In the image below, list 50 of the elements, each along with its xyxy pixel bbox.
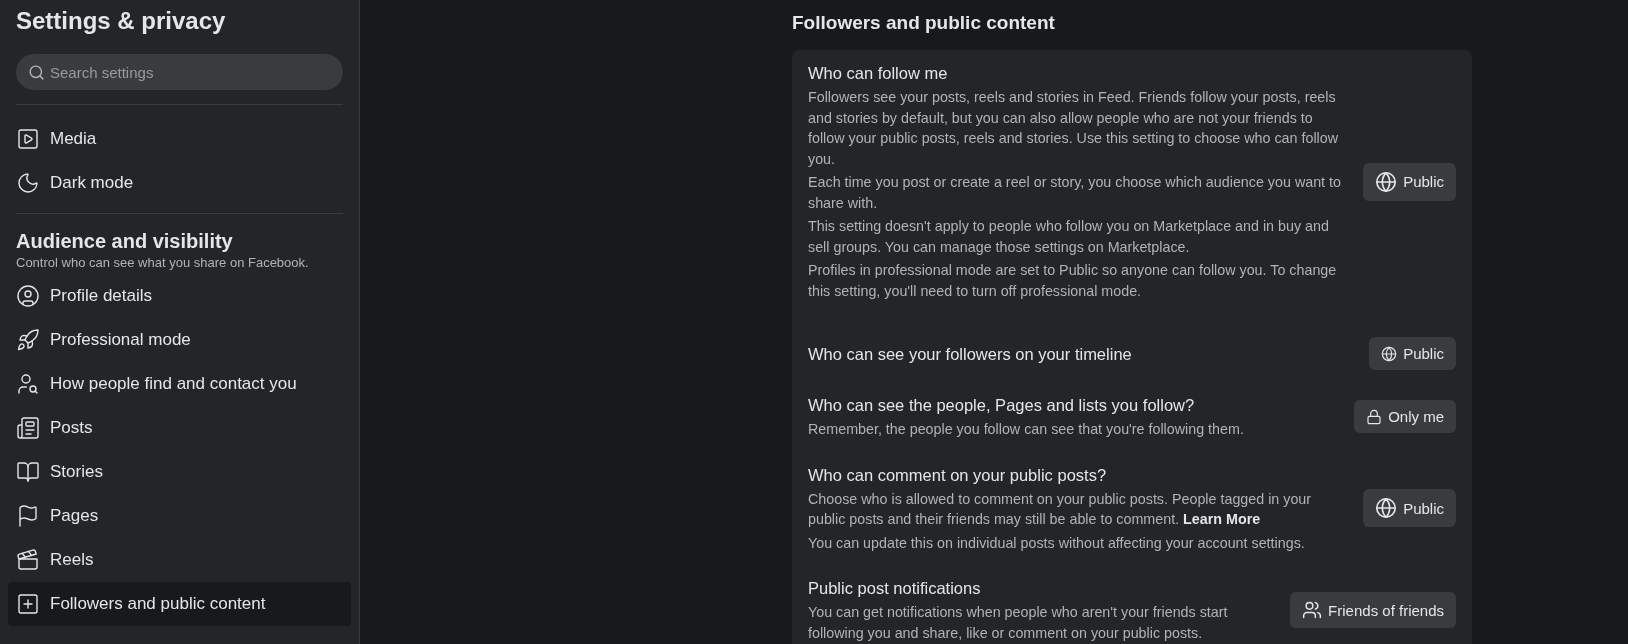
setting-title: Who can see the people, Pages and lists you follow? — [808, 395, 1195, 416]
sidebar-item[interactable]: Followers and public content — [8, 582, 351, 626]
setting-title: Public post notifications — [808, 578, 981, 599]
setting-title: Who can see your followers on your timeline — [808, 343, 1132, 365]
audience-button[interactable]: Public — [1363, 162, 1456, 201]
globe-icon — [1375, 170, 1398, 193]
learn-more-link[interactable]: Learn More — [1183, 511, 1261, 527]
setting-title: Who can comment on your public posts? — [808, 464, 1107, 486]
sidebar-item[interactable]: Reels — [8, 538, 351, 582]
audience-button[interactable]: Friends of friends — [1290, 592, 1456, 628]
book-icon — [16, 460, 40, 484]
section-heading: Audience and visibility — [16, 230, 233, 253]
sidebar-title: Settings & privacy — [16, 6, 226, 36]
sidebar-item[interactable]: Dark mode — [8, 161, 351, 205]
setting-description: You can get notifications when people who aren't your friends start following you and share, like or comment on your public posts. — [808, 603, 1229, 643]
reels-icon — [16, 548, 40, 572]
globe-icon — [1375, 497, 1398, 520]
moon-icon — [16, 171, 40, 195]
people-icon — [1302, 600, 1323, 620]
page-title: Followers and public content — [792, 12, 1055, 34]
media-icon — [16, 127, 40, 151]
search-field[interactable]: Search settings — [16, 54, 343, 90]
setting-description: Profiles in professional mode are set to Public so anyone can follow you. To change this setting, you'll need to turn off professional mode. — [808, 261, 1338, 301]
sidebar-item[interactable]: Professional mode — [8, 318, 351, 362]
sidebar-item[interactable]: Media — [8, 117, 351, 161]
posts-icon — [16, 416, 40, 440]
person-search-icon — [16, 372, 40, 396]
globe-icon — [1381, 345, 1398, 362]
plus-icon — [16, 592, 40, 616]
sidebar-item[interactable]: Profile details — [8, 274, 351, 318]
sidebar-item[interactable]: Pages — [8, 494, 351, 538]
setting-description: Each time you post or create a reel or story, you choose which audience you want to share with. — [808, 173, 1342, 213]
setting-description: Remember, the people you follow can see that you're following them. — [808, 420, 1245, 439]
audience-button[interactable]: Public — [1369, 337, 1456, 370]
setting-description: This setting doesn't apply to people who follow you on Marketplace and in buy and sell groups. You can manage those settings on Marketplace. — [808, 217, 1330, 257]
audience-button[interactable]: Public — [1363, 489, 1456, 528]
section-subheading: Control who can see what you share on Facebook. — [16, 255, 310, 270]
rocket-icon — [16, 328, 40, 352]
flag-icon — [16, 504, 40, 528]
profile-icon — [16, 284, 40, 308]
setting-description: Choose who is allowed to comment on your public posts. People tagged in your public posts and their friends may still be able to comment. Learn More — [808, 489, 1313, 529]
lock-icon — [1366, 408, 1383, 425]
setting-title: Who can follow me — [808, 63, 948, 84]
sidebar-item[interactable]: Stories — [8, 450, 351, 494]
sidebar-item[interactable]: Posts — [8, 406, 351, 450]
setting-description: Followers see your posts, reels and stories in Feed. Friends follow your posts, reels and stories by default, but you can also allow people who are not your friends to follow your public posts, reels and stories. Use this setting to choose who can follow you. — [808, 88, 1340, 169]
search-icon — [28, 64, 45, 81]
setting-description: You can update this on individual posts without affecting your account settings. — [808, 533, 1306, 553]
sidebar-item[interactable]: How people find and contact you — [8, 362, 351, 406]
audience-button[interactable]: Only me — [1354, 400, 1456, 434]
